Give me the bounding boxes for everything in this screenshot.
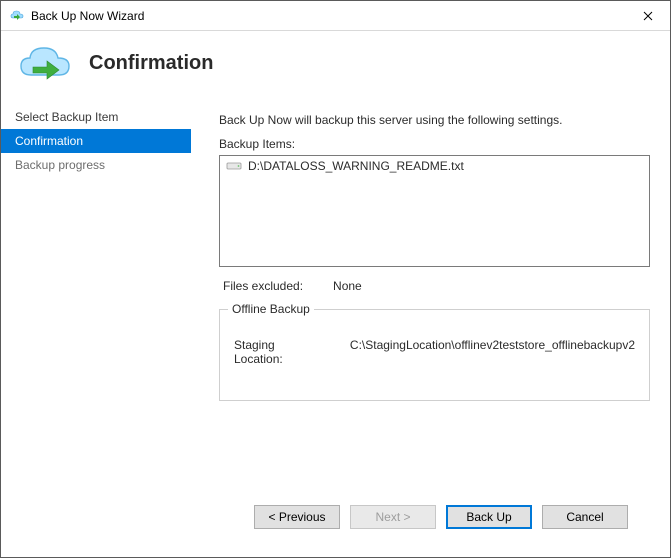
body: Select Backup Item Confirmation Backup p… <box>1 101 670 557</box>
sidebar-item-label: Select Backup Item <box>15 110 118 124</box>
wizard-window: Back Up Now Wizard Confirmation Select B… <box>0 0 671 558</box>
list-item-text: D:\DATALOSS_WARNING_README.txt <box>248 159 464 173</box>
header: Confirmation <box>1 31 670 101</box>
sidebar-item-progress[interactable]: Backup progress <box>1 153 191 177</box>
backup-button[interactable]: Back Up <box>446 505 532 529</box>
drive-icon <box>226 160 242 172</box>
close-button[interactable] <box>625 1 670 30</box>
app-icon <box>9 8 25 24</box>
files-excluded-value: None <box>333 279 362 293</box>
footer-buttons: < Previous Next > Back Up Cancel <box>219 491 650 547</box>
page-heading: Confirmation <box>89 52 213 75</box>
sidebar-item-label: Backup progress <box>15 158 105 172</box>
titlebar: Back Up Now Wizard <box>1 1 670 31</box>
files-excluded-label: Files excluded: <box>223 279 303 293</box>
previous-button[interactable]: < Previous <box>254 505 340 529</box>
staging-location-value: C:\StagingLocation\offlinev2teststore_of… <box>350 338 635 366</box>
offline-backup-group: Offline Backup Staging Location: C:\Stag… <box>219 309 650 401</box>
sidebar: Select Backup Item Confirmation Backup p… <box>1 101 191 557</box>
list-item[interactable]: D:\DATALOSS_WARNING_README.txt <box>222 158 647 174</box>
intro-text: Back Up Now will backup this server usin… <box>219 113 650 127</box>
next-button: Next > <box>350 505 436 529</box>
content: Back Up Now will backup this server usin… <box>191 101 670 557</box>
staging-location-row: Staging Location: C:\StagingLocation\off… <box>234 338 635 366</box>
offline-backup-legend: Offline Backup <box>228 302 314 316</box>
cancel-button[interactable]: Cancel <box>542 505 628 529</box>
window-title: Back Up Now Wizard <box>31 9 144 23</box>
backup-items-label: Backup Items: <box>219 137 650 151</box>
staging-location-label: Staging Location: <box>234 338 326 366</box>
sidebar-item-select-backup[interactable]: Select Backup Item <box>1 105 191 129</box>
sidebar-item-label: Confirmation <box>15 134 83 148</box>
backup-items-listbox[interactable]: D:\DATALOSS_WARNING_README.txt <box>219 155 650 267</box>
cloud-arrow-icon <box>17 43 73 83</box>
sidebar-item-confirmation[interactable]: Confirmation <box>1 129 191 153</box>
